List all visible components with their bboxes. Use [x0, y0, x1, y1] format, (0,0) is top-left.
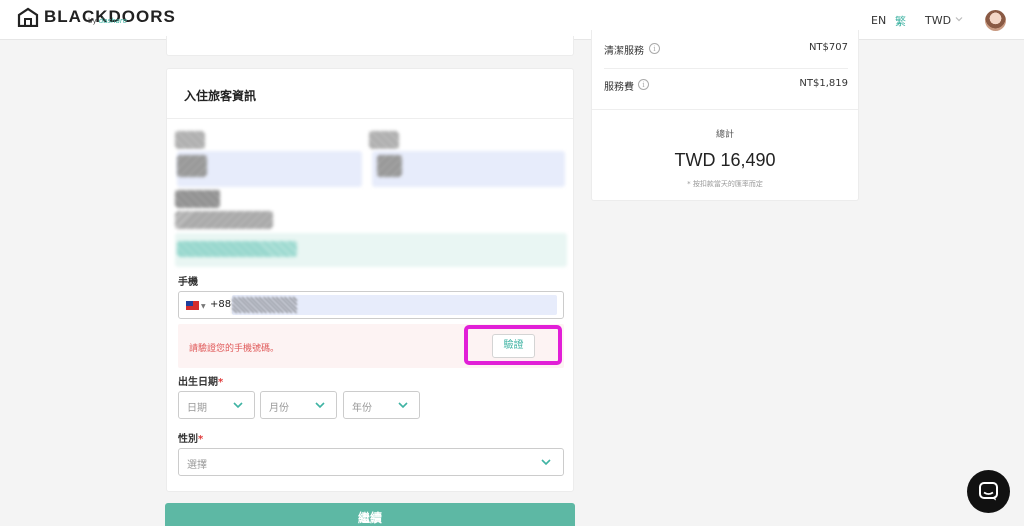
brand-subtitle-name: dashare: [98, 17, 128, 25]
birth-day-select[interactable]: 日期: [178, 391, 255, 419]
chevron-down-icon: [398, 402, 408, 409]
total-note: * 按扣款當天的匯率而定: [687, 180, 763, 188]
total-value: TWD 16,490: [674, 150, 776, 170]
redacted-label: [369, 131, 399, 149]
gender-placeholder: 選擇: [187, 460, 207, 471]
required-mark: *: [198, 434, 204, 445]
redacted-text: [232, 297, 297, 313]
divider: [592, 109, 858, 110]
gender-select[interactable]: 選擇: [178, 448, 564, 476]
service-fee-value: NT$1,819: [799, 78, 848, 89]
redacted-text: [377, 155, 402, 177]
chevron-down-icon: [541, 459, 551, 466]
birth-day-placeholder: 日期: [187, 403, 207, 414]
gender-label: 性別*: [178, 430, 203, 445]
chevron-down-icon: [315, 402, 325, 409]
redacted-label: [175, 211, 273, 229]
price-row-cleaning: 清潔服務 i NT$707: [604, 40, 848, 58]
birth-year-select[interactable]: 年份: [343, 391, 420, 419]
redacted-label: [175, 190, 220, 208]
cleaning-fee-label: 清潔服務: [604, 46, 644, 57]
caret-down-icon[interactable]: ▼: [201, 303, 206, 310]
birth-month-select[interactable]: 月份: [260, 391, 337, 419]
info-icon[interactable]: i: [638, 79, 649, 90]
chat-button[interactable]: [967, 470, 1010, 513]
required-mark: *: [218, 377, 224, 388]
language-zh[interactable]: 繁: [895, 13, 906, 29]
phone-input[interactable]: ▼ +886: [178, 291, 564, 319]
top-header: BLACKDOORS by dashare EN 繁 TWD: [0, 0, 1024, 40]
gender-label-text: 性別: [178, 434, 198, 445]
user-avatar[interactable]: [985, 10, 1006, 31]
birthdate-label: 出生日期*: [178, 373, 223, 388]
birthdate-label-text: 出生日期: [178, 377, 218, 388]
birth-year-placeholder: 年份: [352, 403, 372, 414]
chat-icon: [979, 482, 998, 501]
brand-subtitle-prefix: by: [88, 17, 99, 25]
chevron-down-icon: [233, 402, 243, 409]
redacted-label: [175, 131, 205, 149]
continue-button[interactable]: 繼續: [165, 503, 575, 526]
redacted-text: [177, 241, 297, 257]
previous-card: [166, 36, 574, 56]
cleaning-fee-value: NT$707: [808, 42, 848, 53]
redacted-text: [177, 155, 207, 177]
birth-month-placeholder: 月份: [269, 403, 289, 414]
verify-button[interactable]: 驗證: [492, 334, 535, 358]
language-en[interactable]: EN: [871, 14, 886, 27]
price-summary-card: 清潔服務 i NT$707 服務費 i NT$1,819 總計 TWD 16,4…: [591, 30, 859, 201]
service-fee-label: 服務費: [604, 82, 634, 93]
currency-selector[interactable]: TWD: [925, 14, 951, 27]
divider: [604, 68, 848, 69]
divider: [167, 118, 573, 119]
house-logo-icon: [17, 7, 39, 27]
price-row-service: 服務費 i NT$1,819: [604, 76, 848, 94]
info-icon[interactable]: i: [649, 43, 660, 54]
taiwan-flag-icon[interactable]: [186, 301, 199, 310]
verify-phone-message: 請驗證您的手機號碼。: [189, 344, 280, 354]
chevron-down-icon[interactable]: [954, 14, 964, 24]
guest-info-title: 入住旅客資訊: [184, 89, 257, 103]
brand-subtitle: by dashare: [88, 17, 127, 25]
guest-info-card: 入住旅客資訊 手機 ▼ +886 請驗證您的手機號碼。 驗證 出生日期* 日期 …: [166, 68, 574, 492]
total-label: 總計: [715, 130, 734, 140]
phone-label: 手機: [178, 277, 198, 288]
verify-phone-alert: 請驗證您的手機號碼。 驗證: [178, 324, 564, 368]
